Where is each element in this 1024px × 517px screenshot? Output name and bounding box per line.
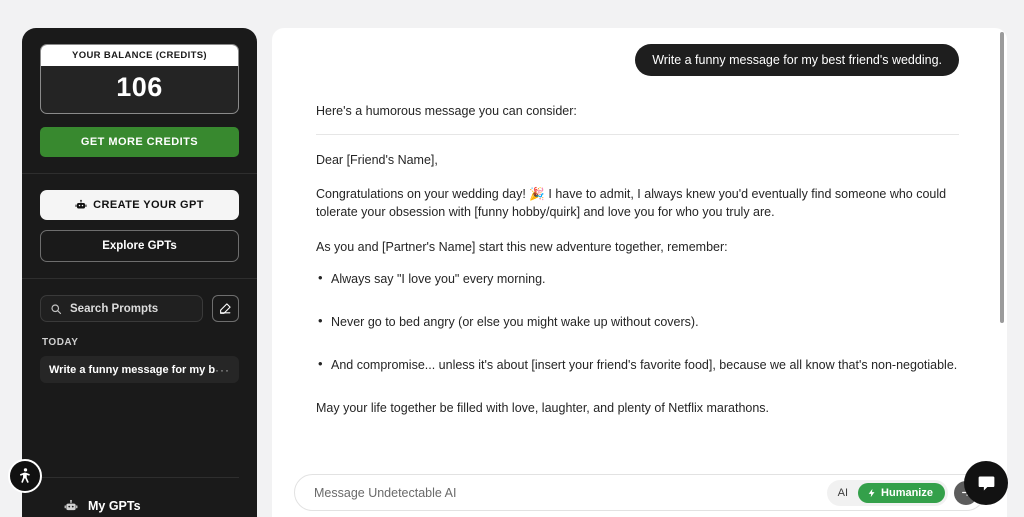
chat-panel: Write a funny message for my best friend…: [272, 28, 1007, 517]
get-more-credits-button[interactable]: GET MORE CREDITS: [40, 127, 239, 157]
list-item[interactable]: Write a funny message for my bes ···: [40, 356, 239, 383]
toggle-humanize-option[interactable]: Humanize: [858, 482, 945, 503]
gpt-section: CREATE YOUR GPT Explore GPTs: [22, 174, 257, 278]
accessibility-icon[interactable]: [8, 459, 42, 493]
create-your-gpt-button[interactable]: CREATE YOUR GPT: [40, 190, 239, 220]
new-prompt-button[interactable]: [212, 295, 239, 322]
divider: [316, 134, 959, 136]
assistant-message: Here's a humorous message you can consid…: [316, 102, 959, 417]
search-icon: [50, 303, 62, 315]
sidebar-footer: My GPTs Settings: [22, 477, 257, 517]
create-your-gpt-label: CREATE YOUR GPT: [93, 199, 204, 211]
search-placeholder-text: Search Prompts: [70, 302, 159, 315]
sidebar: YOUR BALANCE (CREDITS) 106 GET MORE CRED…: [22, 28, 257, 517]
robot-icon: [64, 499, 78, 513]
list-item: Always say "I love you" every morning.: [316, 269, 959, 288]
prompts-section: Search Prompts TODAY Write a funny messa…: [22, 279, 257, 399]
balance-card: YOUR BALANCE (CREDITS) 106: [40, 44, 239, 114]
toggle-humanize-label: Humanize: [881, 486, 933, 499]
mode-toggle: AI Humanize: [826, 479, 948, 506]
toggle-ai-option[interactable]: AI: [830, 487, 856, 499]
support-chat-button[interactable]: [964, 461, 1008, 505]
balance-value: 106: [116, 72, 163, 102]
app-root: YOUR BALANCE (CREDITS) 106 GET MORE CRED…: [0, 0, 1024, 517]
assistant-paragraph-2: As you and [Partner's Name] start this n…: [316, 239, 728, 254]
composer: AI Humanize: [294, 474, 985, 511]
scrollbar-thumb[interactable]: [1000, 32, 1004, 323]
history-item-title: Write a funny message for my bes: [49, 363, 215, 376]
history-item-menu-icon[interactable]: ···: [215, 363, 230, 377]
search-input[interactable]: Search Prompts: [40, 295, 203, 322]
divider: [40, 477, 239, 478]
robot-icon: [75, 199, 87, 211]
user-message-row: Write a funny message for my best friend…: [316, 44, 959, 76]
assistant-paragraph-1: Congratulations on your wedding day! 🎉 I…: [316, 187, 947, 220]
search-row: Search Prompts: [40, 295, 239, 322]
explore-gpts-button[interactable]: Explore GPTs: [40, 230, 239, 262]
assistant-bullet-list: Always say "I love you" every morning. N…: [316, 269, 959, 374]
message-input[interactable]: [314, 485, 827, 500]
composer-area: AI Humanize: [272, 474, 1007, 517]
assistant-greeting: Dear [Friend's Name],: [316, 153, 438, 168]
chat-scroll-area[interactable]: Write a funny message for my best friend…: [272, 28, 1007, 476]
user-message-bubble: Write a funny message for my best friend…: [635, 44, 959, 76]
history-group-label: TODAY: [42, 337, 79, 348]
list-item: Never go to bed angry (or else you might…: [316, 312, 959, 331]
sidebar-item-my-gpts[interactable]: My GPTs: [40, 492, 239, 517]
balance-label: YOUR BALANCE (CREDITS): [41, 45, 238, 66]
assistant-intro: Here's a humorous message you can consid…: [316, 104, 577, 118]
lightning-icon: [867, 488, 877, 498]
balance-section: YOUR BALANCE (CREDITS) 106 GET MORE CRED…: [22, 28, 257, 173]
compose-icon: [219, 302, 232, 315]
sidebar-item-label: My GPTs: [88, 499, 141, 513]
assistant-closing: May your life together be filled with lo…: [316, 401, 770, 415]
list-item: And compromise... unless it's about [ins…: [316, 355, 959, 374]
